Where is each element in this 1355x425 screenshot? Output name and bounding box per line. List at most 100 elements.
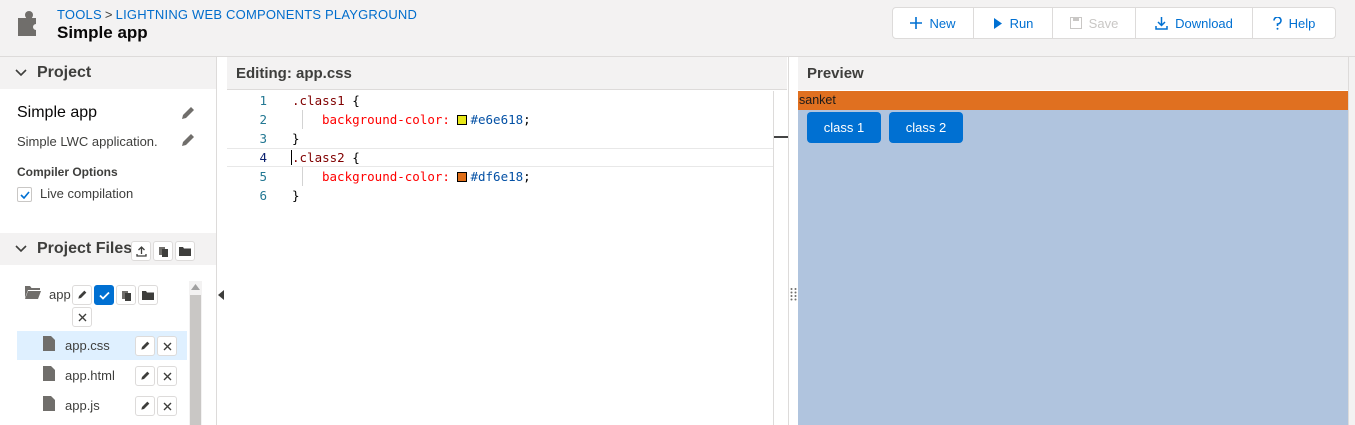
code-line-current[interactable]: 4 .class2 { <box>227 148 773 167</box>
new-file-button[interactable] <box>153 241 173 261</box>
close-icon <box>163 372 171 380</box>
breadcrumb-playground[interactable]: LIGHTNING WEB COMPONENTS PLAYGROUND <box>116 7 417 22</box>
puzzle-app-icon <box>18 11 36 36</box>
css-value: #df6e18 <box>470 169 524 184</box>
top-header: TOOLS > LIGHTNING WEB COMPONENTS PLAYGROUN… <box>0 0 1355 57</box>
folder-new-file-button[interactable] <box>116 285 136 305</box>
delete-folder-button[interactable] <box>72 307 92 327</box>
close-icon <box>163 402 171 410</box>
scrollbar-thumb[interactable] <box>190 295 201 425</box>
plus-icon <box>910 17 923 29</box>
close-icon <box>78 313 86 321</box>
pencil-icon <box>78 290 87 299</box>
project-name: Simple app <box>17 104 98 121</box>
color-swatch[interactable] <box>457 172 468 182</box>
file-row-app-html[interactable]: app.html <box>17 361 187 390</box>
chevron-down-icon <box>15 69 27 77</box>
code-line[interactable]: 5 background-color: #df6e18; <box>227 167 773 186</box>
save-button[interactable]: Save <box>1053 8 1136 38</box>
cursor-position-marker <box>774 136 788 138</box>
preview-text-bar: sanket <box>798 91 1348 110</box>
scroll-up-arrow-icon[interactable] <box>191 284 200 290</box>
code-line[interactable]: 6 } <box>227 186 773 205</box>
delete-file-button[interactable] <box>157 366 177 386</box>
line-number: 2 <box>259 112 267 127</box>
code-editor[interactable]: 1 .class1 { 2 background-color: #e6e618;… <box>227 91 773 425</box>
check-icon <box>98 291 110 300</box>
rename-folder-button[interactable] <box>72 285 92 305</box>
delete-file-button[interactable] <box>157 336 177 356</box>
line-number: 4 <box>259 150 267 165</box>
rename-file-button[interactable] <box>135 366 155 386</box>
code-line[interactable]: 1 .class1 { <box>227 91 773 110</box>
brace: { <box>344 93 360 108</box>
folder-icon <box>179 247 191 256</box>
line-number: 1 <box>259 93 267 108</box>
project-description: Simple LWC application. <box>17 134 158 149</box>
copy-file-icon <box>158 246 168 257</box>
page-title: Simple app <box>57 23 148 42</box>
new-button[interactable]: New <box>893 8 974 38</box>
file-name: app.js <box>65 398 100 413</box>
file-name: app.css <box>65 338 110 353</box>
compiler-options-label: Compiler Options <box>17 165 118 179</box>
color-swatch[interactable] <box>457 115 468 125</box>
line-number: 5 <box>259 169 267 184</box>
chevron-down-icon <box>15 245 27 253</box>
project-section-header[interactable]: Project <box>0 57 216 89</box>
live-compilation-checkbox[interactable] <box>17 187 32 202</box>
run-button-label: Run <box>1009 15 1034 31</box>
save-disk-icon <box>1069 17 1082 29</box>
breadcrumb-tools[interactable]: TOOLS <box>57 7 102 22</box>
upload-file-button[interactable] <box>131 241 151 261</box>
copy-file-icon <box>121 290 131 301</box>
rename-file-button[interactable] <box>135 336 155 356</box>
file-row-app-js[interactable]: app.js <box>17 391 187 420</box>
panel-resize-handle[interactable] <box>789 57 798 425</box>
css-property: background-color: <box>322 112 450 127</box>
download-button[interactable]: Download <box>1136 8 1253 38</box>
line-number: 3 <box>259 131 267 146</box>
folder-icon <box>142 291 154 300</box>
folder-name[interactable]: app <box>49 287 71 302</box>
download-button-label: Download <box>1175 15 1233 31</box>
confirm-folder-button[interactable] <box>94 285 114 305</box>
pencil-icon <box>141 341 150 350</box>
file-icon <box>43 366 55 381</box>
edit-description-pencil-icon[interactable] <box>180 133 195 148</box>
new-button-label: New <box>929 15 956 31</box>
pencil-icon <box>141 371 150 380</box>
css-selector: .class1 <box>292 93 345 108</box>
editor-panel: Editing: app.css 1 .class1 { 2 backgroun… <box>217 57 789 425</box>
run-button[interactable]: Run <box>974 8 1053 38</box>
editor-overview-ruler[interactable] <box>773 91 788 425</box>
class-2-button[interactable]: class 2 <box>889 112 963 143</box>
css-property: background-color: <box>322 169 450 184</box>
project-section-title: Project <box>37 64 92 81</box>
file-row-app-css[interactable]: app.css <box>17 331 187 360</box>
preview-panel: Preview sanket class 1 class 2 <box>798 57 1355 425</box>
rename-file-button[interactable] <box>135 396 155 416</box>
brace: } <box>292 188 300 203</box>
file-name: app.html <box>65 368 115 383</box>
file-icon <box>43 396 55 411</box>
semicolon: ; <box>523 169 531 184</box>
preview-frame: sanket class 1 class 2 <box>798 91 1348 425</box>
class-1-button[interactable]: class 1 <box>807 112 881 143</box>
code-line[interactable]: 2 background-color: #e6e618; <box>227 110 773 129</box>
css-selector: .class2 <box>292 150 345 165</box>
new-folder-button[interactable] <box>175 241 195 261</box>
collapse-sidebar-arrow-icon[interactable] <box>218 290 224 300</box>
help-button-label: Help <box>1288 15 1316 31</box>
folder-new-folder-button[interactable] <box>138 285 158 305</box>
file-icon <box>43 336 55 351</box>
edit-name-pencil-icon[interactable] <box>180 106 195 121</box>
help-button[interactable]: Help <box>1253 8 1335 38</box>
text-cursor <box>291 150 292 165</box>
files-scrollbar[interactable] <box>189 281 202 425</box>
window-scrollbar[interactable] <box>1348 57 1355 425</box>
brace: { <box>344 150 360 165</box>
delete-file-button[interactable] <box>157 396 177 416</box>
code-line[interactable]: 3 } <box>227 129 773 148</box>
folder-open-icon <box>25 286 41 299</box>
